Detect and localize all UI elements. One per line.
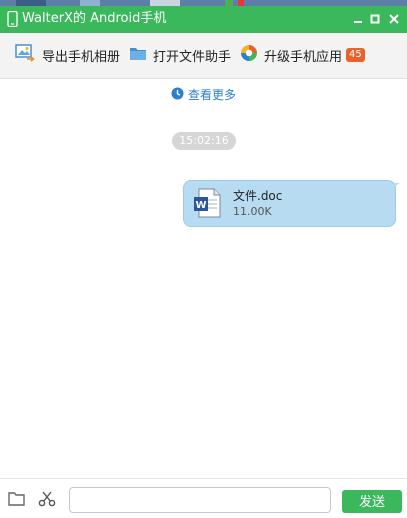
toolbar: 导出手机相册 打开文件助手 升级手机应用 45 — [0, 33, 407, 79]
message-input[interactable] — [69, 487, 331, 513]
photo-export-icon — [15, 44, 36, 66]
folder-open-icon[interactable] — [8, 491, 26, 511]
upgrade-apps-button[interactable]: 升级手机应用 45 — [240, 44, 365, 66]
file-message-bubble[interactable]: W 文件.doc 11.00K — [183, 180, 400, 227]
open-file-assistant-label: 打开文件助手 — [153, 49, 232, 65]
export-album-label: 导出手机相册 — [42, 49, 121, 65]
export-album-button[interactable]: 导出手机相册 — [15, 44, 120, 66]
file-size: 11.00K — [233, 205, 272, 218]
maximize-icon[interactable] — [367, 11, 383, 27]
message-timestamp: 15:02:16 — [172, 132, 236, 150]
open-file-assistant-button[interactable]: 打开文件助手 — [129, 44, 231, 66]
upgrade-apps-label: 升级手机应用 — [264, 49, 343, 65]
phone-icon — [7, 10, 18, 31]
close-icon[interactable] — [386, 11, 402, 27]
window-title: WalterX的 Android手机 — [22, 11, 167, 26]
svg-text:W: W — [195, 200, 206, 211]
bubble-tail — [394, 183, 400, 187]
scissors-icon[interactable] — [38, 491, 56, 511]
folder-icon — [129, 45, 147, 65]
word-doc-icon: W — [192, 187, 224, 223]
view-more-link[interactable]: 查看更多 — [0, 85, 407, 104]
view-more-label: 查看更多 — [187, 88, 236, 102]
upgrade-count-badge: 45 — [346, 48, 365, 62]
minimize-icon[interactable] — [350, 11, 366, 27]
app-store-icon — [240, 44, 258, 66]
clock-icon — [171, 85, 184, 104]
file-name: 文件.doc — [233, 189, 283, 203]
input-footer: 发送 — [0, 478, 407, 518]
title-bar[interactable]: WalterX的 Android手机 — [0, 6, 407, 33]
send-button[interactable]: 发送 — [342, 490, 402, 513]
